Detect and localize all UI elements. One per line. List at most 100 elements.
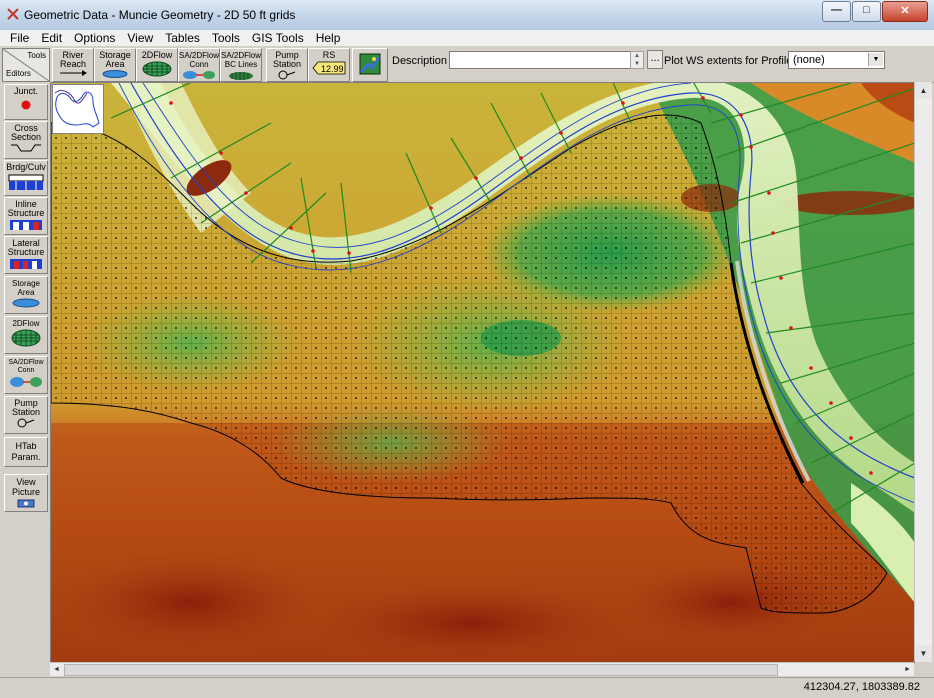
cross-section-label: Cross Section (10, 123, 42, 142)
rs-label: RS (322, 50, 336, 60)
scroll-left-icon[interactable]: ◄ (50, 663, 63, 676)
title-bar: Geometric Data - Muncie Geometry - 2D 50… (0, 0, 934, 31)
window-title: Geometric Data - Muncie Geometry - 2D 50… (24, 8, 296, 22)
pump-station-button[interactable]: Pump Station (266, 48, 308, 82)
overview-thumbnail[interactable] (52, 84, 104, 134)
chevron-down-icon: ▼ (868, 53, 883, 66)
menu-gis-tools[interactable]: GIS Tools (246, 30, 310, 46)
storage-area-icon (102, 70, 128, 78)
rs-tag-value: 12.99 (321, 64, 344, 74)
toolbar: Tools Editors River Reach Storage Area 2… (0, 46, 934, 83)
menu-file[interactable]: File (0, 30, 35, 46)
storage-area-label: Storage Area (99, 50, 131, 69)
bridge-culvert-label: Brdg/Culv (6, 162, 46, 172)
lateral-structure-button[interactable]: Lateral Structure (4, 236, 48, 274)
2dflow-grid-icon (11, 329, 41, 347)
cross-section-button[interactable]: Cross Section (4, 121, 48, 159)
minimize-icon: — (831, 4, 842, 16)
2dflow-button[interactable]: 2DFlow (136, 48, 178, 82)
description-more-button[interactable]: ... (647, 50, 663, 69)
vertical-scrollbar[interactable]: ▲ ▼ (914, 82, 932, 662)
storage-area-icon (12, 298, 40, 308)
scroll-up-icon[interactable]: ▲ (915, 82, 932, 99)
pump-station-icon (17, 418, 35, 428)
terrain-map (51, 83, 915, 663)
status-bar: 412304.27, 1803389.82 (0, 677, 934, 698)
storage-area-palette-button[interactable]: Storage Area (4, 276, 48, 314)
river-reach-button[interactable]: River Reach (52, 48, 94, 82)
view-picture-button[interactable]: View Picture (4, 474, 48, 512)
maximize-icon: □ (863, 4, 870, 16)
description-label: Description : (392, 55, 454, 67)
menu-edit[interactable]: Edit (35, 30, 68, 46)
app-icon (7, 8, 19, 20)
maximize-button[interactable]: □ (852, 1, 881, 22)
lateral-structure-icon (10, 259, 42, 269)
menu-tools[interactable]: Tools (206, 30, 246, 46)
bc-lines-button[interactable]: SA/2DFlow BC Lines (220, 48, 262, 82)
inline-structure-button[interactable]: Inline Structure (4, 197, 48, 235)
inline-structure-label: Inline Structure (7, 199, 45, 218)
pump-station-palette-label: Pump Station (11, 398, 41, 417)
inline-structure-icon (10, 220, 42, 230)
junction-button[interactable]: Junct. (4, 84, 48, 120)
map-background-icon (359, 53, 381, 75)
sa-2dflow-conn-palette-button[interactable]: SA/2DFlow Conn (4, 356, 48, 394)
bc-lines-icon (229, 72, 253, 80)
cross-section-icon (11, 144, 41, 152)
geometry-map-canvas[interactable] (50, 82, 915, 663)
lateral-structure-label: Lateral Structure (7, 238, 45, 257)
rs-tag-icon: 12.99 (312, 61, 346, 75)
menu-tables[interactable]: Tables (159, 30, 206, 46)
tools-label: Tools (27, 51, 46, 60)
bridge-culvert-button[interactable]: Brdg/Culv (4, 160, 48, 196)
sa-2dflow-conn-palette-label: SA/2DFlow Conn (8, 359, 44, 374)
minimize-button[interactable]: — (822, 1, 851, 22)
htab-param-label: HTab Param. (11, 441, 41, 462)
editor-palette: Junct. Cross Section Brdg/Culv Inline St… (0, 82, 50, 682)
horizontal-scrollbar[interactable]: ◄ ► (50, 662, 914, 676)
bridge-culvert-icon (8, 174, 44, 190)
bc-lines-label: SA/2DFlow BC Lines (221, 51, 262, 69)
sa-2dflow-conn-button[interactable]: SA/2DFlow Conn (178, 48, 220, 82)
menu-view[interactable]: View (121, 30, 159, 46)
storage-area-palette-label: Storage Area (11, 279, 41, 297)
view-picture-icon (17, 499, 35, 508)
overview-map-icon (54, 90, 100, 128)
river-reach-icon (60, 70, 87, 76)
scroll-down-icon[interactable]: ▼ (915, 645, 932, 662)
menu-help[interactable]: Help (310, 30, 347, 46)
scroll-right-icon[interactable]: ► (901, 663, 914, 676)
2dflow-label: 2DFlow (141, 50, 173, 60)
pump-station-palette-button[interactable]: Pump Station (4, 396, 48, 434)
river-reach-label: River Reach (59, 50, 86, 69)
junction-icon (21, 100, 31, 110)
2dflow-palette-label: 2DFlow (12, 319, 40, 328)
plot-ws-extents-label: Plot WS extents for Profile: (664, 55, 796, 67)
description-spinner[interactable]: ▲ ▼ (630, 51, 644, 69)
sa-2dflow-conn-icon (10, 377, 42, 387)
storage-area-button[interactable]: Storage Area (94, 48, 136, 82)
close-icon: ✕ (900, 5, 910, 17)
profile-select[interactable]: (none) ▼ (788, 51, 885, 69)
2dflow-grid-icon (142, 61, 172, 77)
editors-label: Editors (6, 69, 31, 78)
horizontal-scroll-thumb[interactable] (64, 664, 778, 676)
rs-button[interactable]: RS 12.99 (308, 48, 350, 82)
tools-editors-label: Tools Editors (2, 48, 50, 82)
sa-2dflow-conn-icon (183, 71, 215, 79)
profile-select-value: (none) (793, 54, 825, 66)
htab-param-button[interactable]: HTab Param. (4, 437, 48, 467)
pump-station-label: Pump Station (272, 50, 302, 69)
junction-label: Junct. (13, 86, 38, 96)
view-picture-label: View Picture (11, 477, 40, 497)
menu-options[interactable]: Options (68, 30, 121, 46)
sa-2dflow-conn-label: SA/2DFlow Conn (179, 51, 220, 69)
close-button[interactable]: ✕ (882, 1, 928, 22)
pump-station-icon (278, 70, 296, 80)
map-background-button[interactable] (352, 48, 388, 82)
description-input[interactable] (449, 51, 631, 69)
cursor-coordinates: 412304.27, 1803389.82 (803, 681, 920, 693)
menu-bar: File Edit Options View Tables Tools GIS … (0, 30, 934, 46)
2dflow-palette-button[interactable]: 2DFlow (4, 316, 48, 354)
